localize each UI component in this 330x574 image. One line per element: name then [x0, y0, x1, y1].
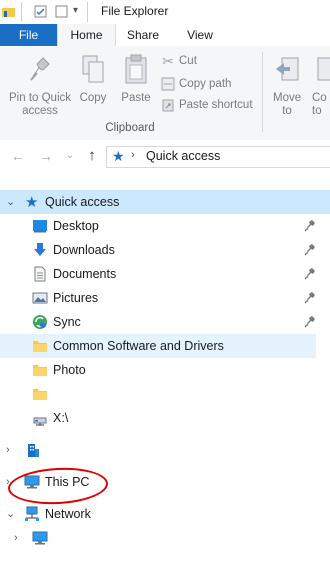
copy-to-button[interactable]: Co to — [312, 54, 330, 118]
qat-separator — [21, 2, 22, 22]
nav-item-photo[interactable]: Photo — [0, 358, 330, 382]
collapsed-chevron-icon[interactable]: › — [6, 443, 16, 457]
cut-label: Cut — [179, 55, 197, 67]
network-icon — [25, 506, 39, 521]
pictures-icon — [32, 292, 48, 304]
copy-to-icon — [317, 57, 330, 81]
nav-item-pictures[interactable]: Pictures — [0, 286, 330, 310]
address-box[interactable]: ★ › Quick access — [106, 146, 330, 168]
pin-icon[interactable] — [304, 315, 316, 329]
pin-label: Pin to Quick access — [9, 92, 71, 117]
copy-path-label: Copy path — [179, 78, 232, 90]
copy-path-button[interactable]: Copy path — [160, 75, 231, 93]
expanded-chevron-icon[interactable]: ⌄ — [6, 507, 16, 521]
nav-item-folder[interactable] — [0, 382, 330, 406]
nav-network-computer[interactable]: › — [0, 526, 330, 550]
title-separator — [87, 2, 88, 22]
pin-icon[interactable] — [304, 291, 316, 305]
nav-item-desktop[interactable]: Desktop — [0, 214, 330, 238]
move-to-icon — [276, 57, 299, 81]
paste-shortcut-label: Paste shortcut — [179, 99, 253, 111]
copy-button[interactable]: Copy — [76, 54, 110, 105]
building-icon — [28, 444, 39, 457]
title-bar: ▾ File Explorer — [0, 0, 330, 24]
nav-label: Pictures — [53, 291, 99, 305]
up-arrow-icon[interactable]: ↑ — [84, 148, 100, 164]
nav-item-common-software[interactable]: Common Software and Drivers — [0, 334, 316, 358]
folder-icon — [33, 341, 47, 352]
star-icon: ★ — [25, 194, 39, 211]
nav-label: Documents — [53, 267, 117, 281]
nav-item-network-drive[interactable]: X:\ — [0, 406, 330, 430]
nav-item-sync[interactable]: Sync — [0, 310, 330, 334]
move-to-button[interactable]: Move to — [268, 54, 306, 118]
scissors-icon: ✂ — [162, 52, 174, 69]
nav-label: Desktop — [53, 219, 99, 233]
computer-icon — [32, 531, 48, 545]
ribbon-tabs: File Home Share View — [0, 24, 330, 47]
copy-label: Copy — [79, 92, 107, 104]
window-title: File Explorer — [101, 4, 169, 18]
nav-label: Photo — [53, 363, 86, 377]
sync-icon — [33, 315, 47, 329]
paste-shortcut-button[interactable]: Paste shortcut — [160, 96, 253, 114]
download-icon — [34, 243, 46, 256]
forward-arrow-icon[interactable]: → — [38, 148, 54, 164]
pin-icon — [30, 57, 50, 81]
star-icon: ★ — [112, 148, 125, 164]
copy-icon — [82, 55, 104, 83]
breadcrumb-quick-access[interactable]: Quick access — [146, 149, 220, 163]
pin-icon[interactable] — [304, 219, 316, 233]
tab-home[interactable]: Home — [57, 24, 116, 47]
nav-network[interactable]: ⌄ Network — [0, 502, 330, 526]
documents-icon — [34, 266, 46, 282]
desktop-icon — [33, 220, 47, 233]
folder-icon — [33, 389, 47, 400]
nav-label: Common Software and Drivers — [53, 339, 224, 353]
breadcrumb-chevron-icon[interactable]: › — [131, 149, 135, 161]
tab-file[interactable]: File — [0, 24, 57, 46]
ribbon-separator — [262, 52, 263, 132]
nav-label: Quick access — [45, 195, 120, 209]
pin-to-quick-access-button[interactable]: Pin to Quick access — [4, 54, 76, 118]
paste-label: Paste — [121, 92, 151, 104]
nav-label: Downloads — [53, 243, 115, 257]
nav-label: X:\ — [53, 411, 69, 425]
folder-app-icon — [2, 8, 15, 17]
qat-dropdown-icon[interactable]: ▾ — [73, 5, 78, 16]
ribbon-home: Pin to Quick access Copy Paste ✂ Cut Copy… — [0, 46, 330, 141]
nav-label: Sync — [53, 315, 81, 329]
nav-quick-access[interactable]: ⌄ ★ Quick access — [0, 190, 330, 214]
collapsed-chevron-icon[interactable]: › — [14, 531, 24, 545]
nav-item-organization[interactable]: › — [0, 438, 330, 462]
folder-icon — [33, 365, 47, 376]
copy-to-label: Co to — [312, 92, 327, 117]
network-drive-icon — [33, 417, 47, 426]
move-to-label: Move to — [273, 92, 302, 117]
nav-item-downloads[interactable]: Downloads — [0, 238, 330, 262]
tab-share[interactable]: Share — [118, 24, 168, 46]
address-bar-row: ← → ⌄ ↑ ★ › Quick access — [0, 140, 330, 172]
expanded-chevron-icon[interactable]: ⌄ — [6, 195, 16, 209]
pin-icon[interactable] — [304, 243, 316, 257]
paste-button[interactable]: Paste — [118, 54, 154, 105]
clipboard-group-label: Clipboard — [105, 122, 155, 134]
paste-icon — [125, 54, 147, 84]
new-folder-icon[interactable] — [55, 5, 68, 18]
pin-icon[interactable] — [304, 267, 316, 281]
copy-path-icon — [161, 77, 175, 91]
recent-locations-icon[interactable]: ⌄ — [62, 148, 78, 164]
cut-button[interactable]: ✂ Cut — [160, 52, 197, 70]
back-arrow-icon[interactable]: ← — [10, 148, 26, 164]
paste-shortcut-icon — [162, 99, 174, 112]
tab-view[interactable]: View — [175, 24, 225, 46]
nav-label: Network — [45, 507, 91, 521]
nav-item-documents[interactable]: Documents — [0, 262, 330, 286]
properties-icon[interactable] — [34, 5, 47, 18]
